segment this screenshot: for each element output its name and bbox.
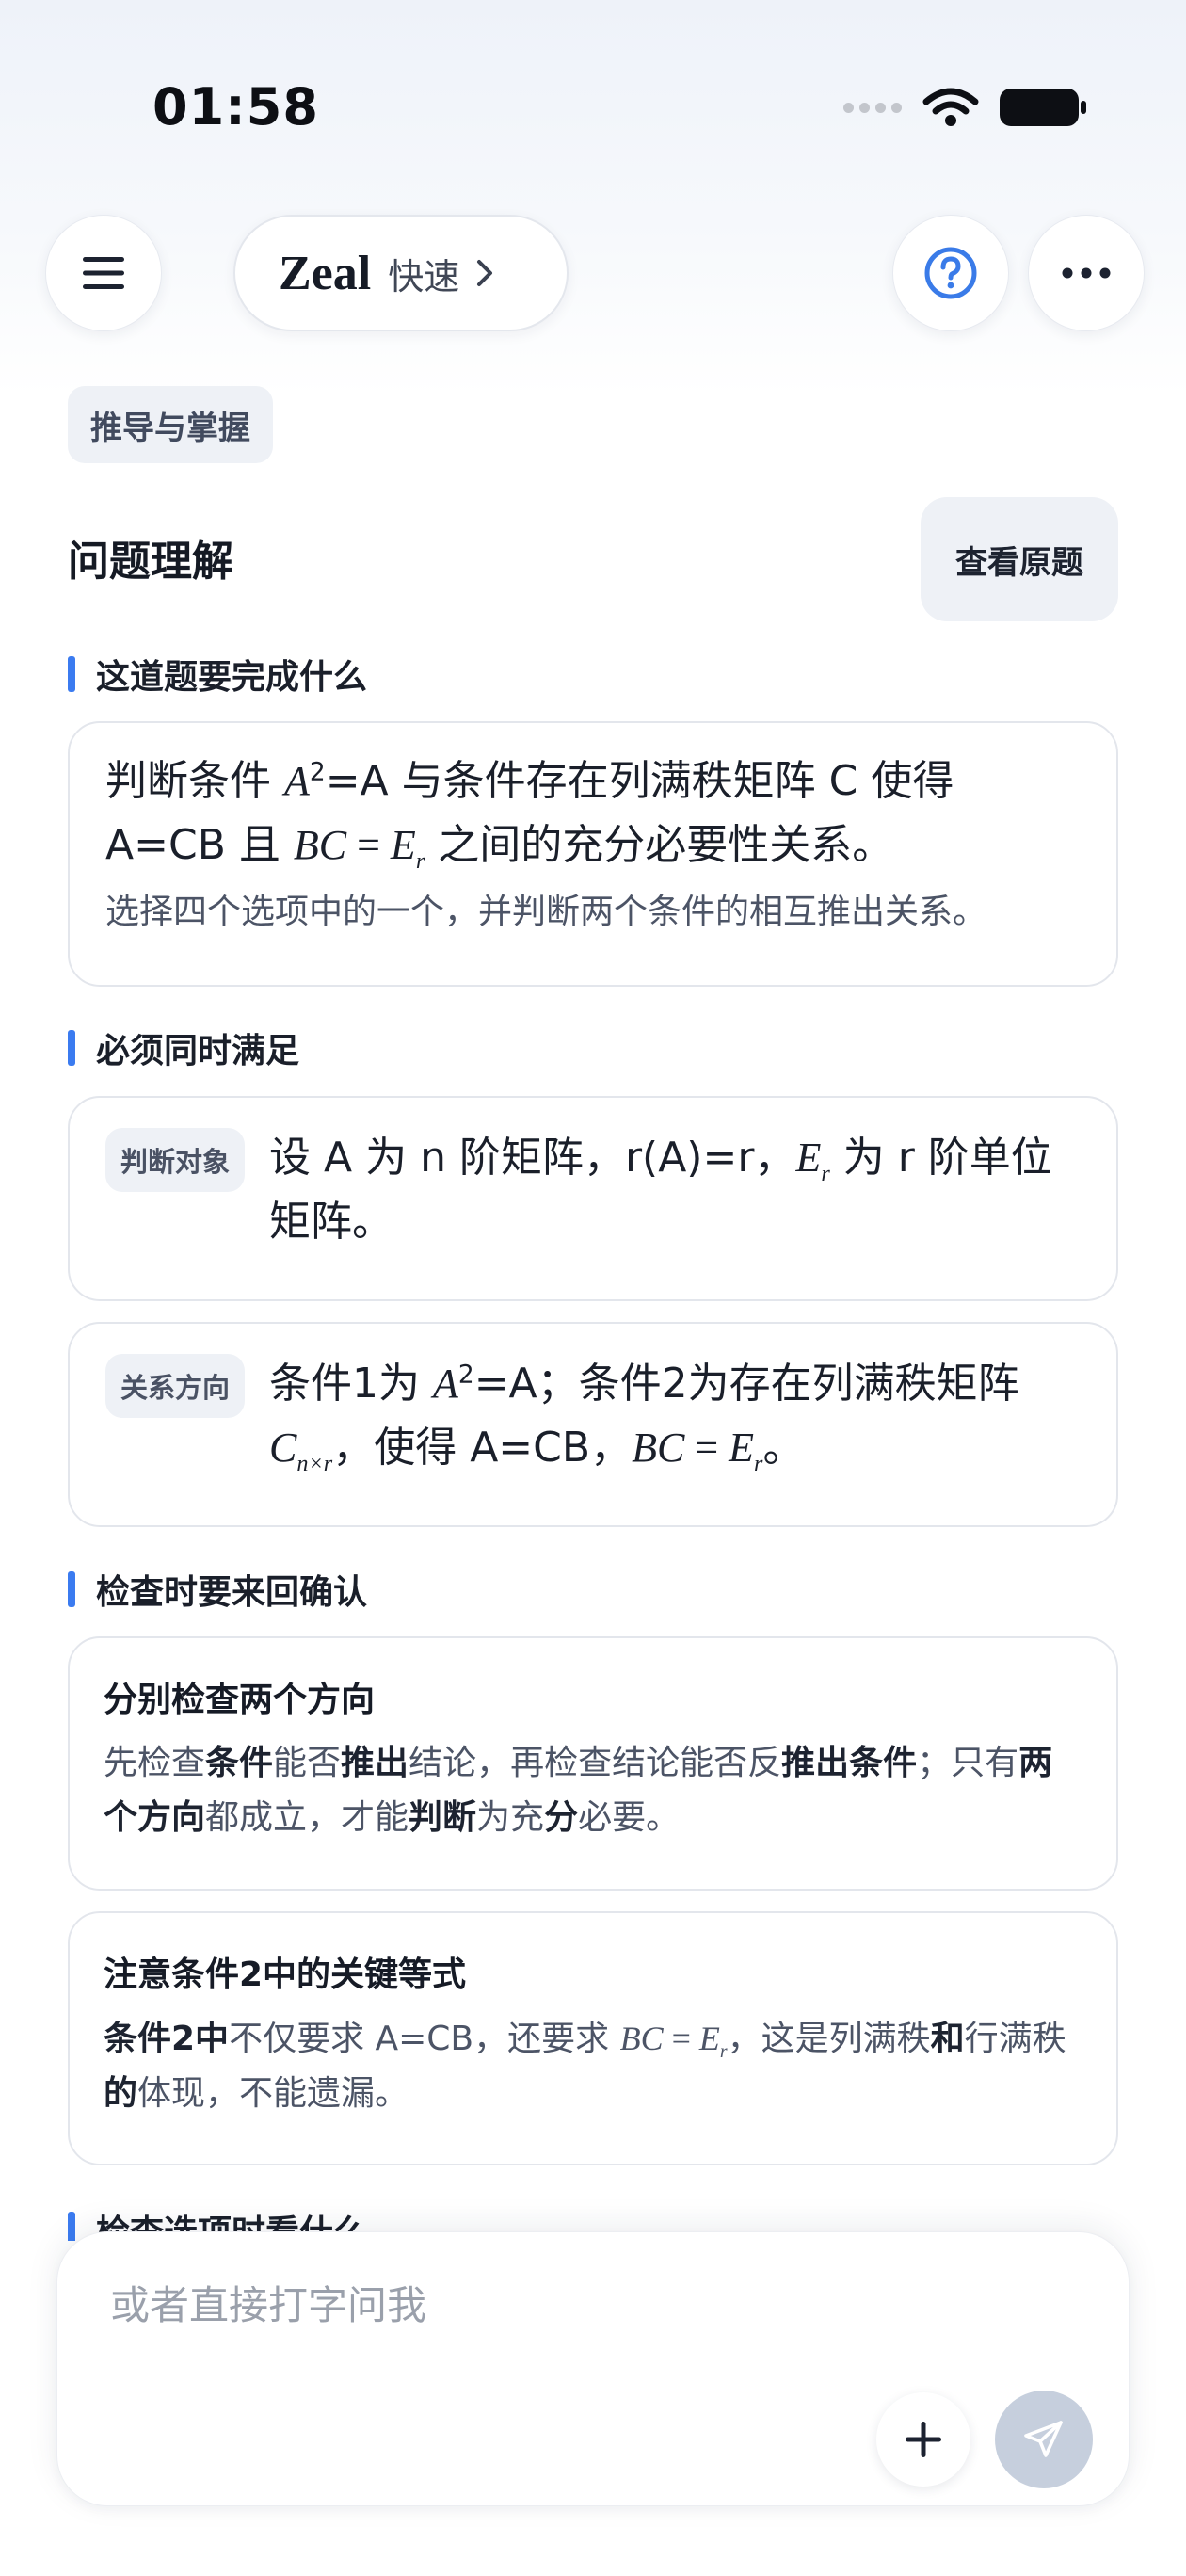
model-name: Zeal bbox=[279, 246, 372, 300]
chevron-right-icon bbox=[477, 260, 493, 286]
accent-bar bbox=[68, 1571, 75, 1607]
condition-chip: 关系方向 bbox=[105, 1354, 246, 1418]
condition-text: 条件1为 A2=A；条件2为存在列满秩矩阵 Cn×r，使得 A=CB，BC = … bbox=[269, 1360, 1019, 1476]
send-button[interactable] bbox=[995, 2391, 1093, 2488]
accent-bar bbox=[68, 656, 75, 692]
topic-tag: 推导与掌握 bbox=[68, 386, 273, 463]
condition-card: 关系方向 条件1为 A2=A；条件2为存在列满秩矩阵 Cn×r，使得 A=CB，… bbox=[68, 1322, 1118, 1527]
condition-card: 判断对象 设 A 为 n 阶矩阵，r(A)=r，Er 为 r 阶单位矩阵。 bbox=[68, 1096, 1118, 1301]
page-title: 问题理解 bbox=[68, 538, 233, 586]
plus-icon bbox=[906, 2422, 941, 2457]
goal-note: 选择四个选项中的一个，并判断两个条件的相互推出关系。 bbox=[105, 893, 987, 931]
model-speed: 快速 bbox=[388, 255, 460, 298]
accent-bar bbox=[68, 2212, 75, 2241]
send-icon bbox=[1024, 2421, 1063, 2457]
accent-bar bbox=[68, 1030, 75, 1066]
wifi-icon bbox=[922, 88, 979, 126]
add-attachment-button[interactable] bbox=[876, 2392, 970, 2487]
tip-body: 先检查条件能否推出结论，再检查结论能否反推出条件；只有两个方向都成立，才能判断为… bbox=[104, 1744, 1053, 1837]
goal-card: 判断条件 A2=A 与条件存在列满秩矩阵 C 使得 A=CB 且 BC = Er… bbox=[68, 721, 1118, 987]
signal-icon bbox=[843, 102, 902, 113]
heading-must: 必须同时满足 bbox=[68, 1029, 299, 1071]
heading-goal-label: 这道题要完成什么 bbox=[96, 658, 368, 697]
chat-input-placeholder[interactable]: 或者直接打字问我 bbox=[110, 2274, 426, 2331]
status-time: 01:58 bbox=[152, 77, 319, 137]
condition-chip: 判断对象 bbox=[105, 1128, 246, 1192]
view-original-button[interactable]: 查看原题 bbox=[921, 497, 1118, 621]
tip-body: 条件2中不仅要求 A=CB，还要求 BC = Er，这是列满秩和行满秩的体现，不… bbox=[104, 2020, 1066, 2113]
heading-check-label: 检查时要来回确认 bbox=[96, 1573, 368, 1612]
condition-text: 设 A 为 n 阶矩阵，r(A)=r，Er 为 r 阶单位矩阵。 bbox=[269, 1134, 1052, 1246]
help-button[interactable] bbox=[892, 215, 1009, 331]
tip-card: 注意条件2中的关键等式 条件2中不仅要求 A=CB，还要求 BC = Er，这是… bbox=[68, 1911, 1118, 2165]
tip-title: 分别检查两个方向 bbox=[104, 1681, 376, 1719]
goal-text: 判断条件 A2=A 与条件存在列满秩矩阵 C 使得 A=CB 且 BC = Er… bbox=[105, 757, 954, 874]
more-button[interactable] bbox=[1028, 215, 1145, 331]
tip-title: 注意条件2中的关键等式 bbox=[104, 1956, 467, 1994]
heading-goal: 这道题要完成什么 bbox=[68, 655, 367, 697]
menu-button[interactable] bbox=[45, 215, 162, 331]
heading-must-label: 必须同时满足 bbox=[96, 1032, 300, 1071]
more-icon bbox=[1062, 267, 1111, 279]
menu-icon bbox=[83, 257, 124, 289]
battery-icon bbox=[1000, 89, 1086, 126]
help-icon bbox=[924, 247, 977, 299]
status-icons bbox=[843, 87, 1086, 128]
heading-check: 检查时要来回确认 bbox=[68, 1570, 367, 1612]
chat-input-box[interactable]: 或者直接打字问我 bbox=[56, 2231, 1130, 2506]
tip-card: 分别检查两个方向 先检查条件能否推出结论，再检查结论能否反推出条件；只有两个方向… bbox=[68, 1636, 1118, 1891]
model-selector[interactable]: Zeal 快速 bbox=[233, 215, 569, 331]
